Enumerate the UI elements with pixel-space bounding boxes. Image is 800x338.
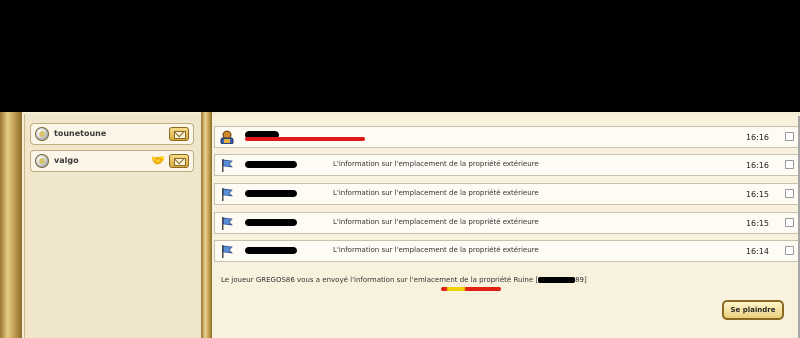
contact-item-valgo[interactable]: valgo 🤝	[30, 150, 194, 172]
avatar-icon	[35, 154, 49, 168]
redaction-underline	[245, 137, 365, 141]
message-body-end: 89]	[575, 276, 587, 284]
select-checkbox[interactable]	[785, 132, 794, 141]
message-subject: L'information sur l'emplacement de la pr…	[333, 189, 539, 197]
complain-button[interactable]: Se plaindre	[722, 300, 784, 320]
annotation-underline	[441, 287, 501, 291]
center-pillar	[201, 112, 212, 338]
coordinates-redacted	[538, 277, 576, 283]
select-checkbox[interactable]	[785, 160, 794, 169]
sender-redacted	[245, 190, 297, 197]
message-subject: L'information sur l'emplacement de la pr…	[333, 246, 539, 254]
warrior-icon	[220, 130, 234, 144]
sender-redacted	[245, 219, 297, 226]
sender-redacted	[245, 161, 297, 168]
select-checkbox[interactable]	[785, 189, 794, 198]
sender-redacted	[245, 247, 297, 254]
flag-icon	[222, 217, 233, 230]
left-pillar	[0, 112, 22, 338]
message-row[interactable]: L'information sur l'emplacement de la pr…	[214, 212, 800, 234]
message-time: 16:14	[745, 247, 769, 256]
contact-name: valgo	[54, 156, 79, 165]
message-time: 16:16	[745, 133, 769, 142]
message-body: Le joueur GREGOS86 vous a envoyé l'infor…	[221, 276, 587, 284]
contact-item-tounetoune[interactable]: tounetoune	[30, 123, 194, 145]
flag-icon	[222, 188, 233, 201]
select-checkbox[interactable]	[785, 218, 794, 227]
message-body-start: Le joueur GREGOS86 vous a envoyé l'infor…	[221, 276, 539, 284]
select-checkbox[interactable]	[785, 246, 794, 255]
flag-icon	[222, 245, 233, 258]
message-row[interactable]: L'information sur l'emplacement de la pr…	[214, 154, 800, 176]
redacted-header	[0, 0, 800, 114]
avatar-icon	[35, 127, 49, 141]
flag-icon	[222, 159, 233, 172]
message-time: 16:15	[745, 219, 769, 228]
message-list: 16:16 L'information sur l'emplacement de…	[212, 116, 800, 338]
message-time: 16:16	[745, 161, 769, 170]
message-row[interactable]: 16:16	[214, 126, 800, 148]
contacts-panel: tounetoune valgo 🤝	[24, 114, 201, 338]
message-subject: L'information sur l'emplacement de la pr…	[333, 160, 539, 168]
message-row[interactable]: L'information sur l'emplacement de la pr…	[214, 183, 800, 205]
handshake-icon: 🤝	[151, 154, 165, 167]
send-mail-button[interactable]	[169, 127, 189, 141]
message-subject: L'information sur l'emplacement de la pr…	[333, 218, 539, 226]
message-row-selected[interactable]: L'information sur l'emplacement de la pr…	[214, 240, 800, 262]
contact-name: tounetoune	[54, 129, 107, 138]
send-mail-button[interactable]	[169, 154, 189, 168]
message-time: 16:15	[745, 190, 769, 199]
